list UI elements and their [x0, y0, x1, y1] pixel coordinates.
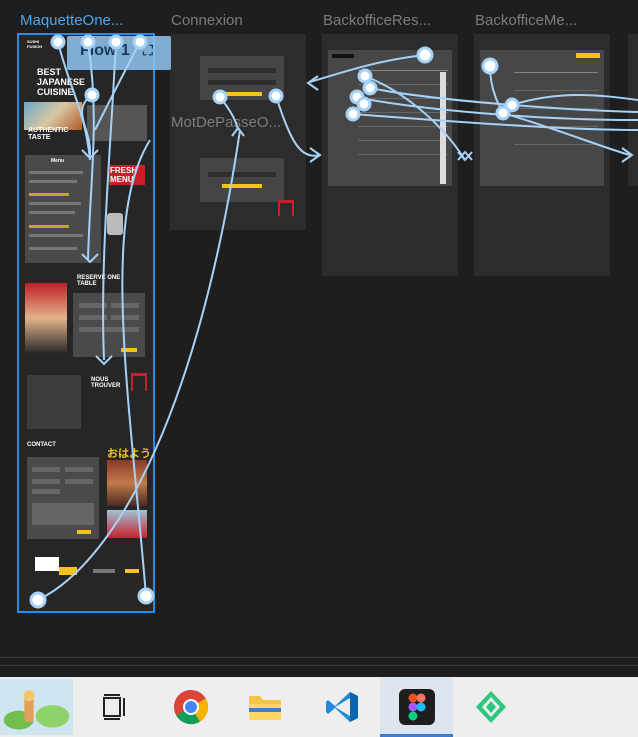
app-game-icon[interactable]	[0, 677, 73, 737]
canvas-divider-2	[0, 665, 638, 666]
prototype-connections	[29, 34, 638, 609]
taskbar	[0, 677, 638, 737]
canvas-divider	[0, 657, 638, 658]
chrome-icon[interactable]	[154, 677, 227, 737]
file-explorer-icon[interactable]	[228, 677, 301, 737]
task-view-icon[interactable]	[78, 677, 151, 737]
figma-canvas[interactable]: MaquetteOne... Connexion BackofficeRes..…	[0, 0, 638, 655]
figma-icon[interactable]	[380, 677, 453, 737]
vscode-icon[interactable]	[305, 677, 378, 737]
gitkraken-icon[interactable]	[454, 677, 527, 737]
